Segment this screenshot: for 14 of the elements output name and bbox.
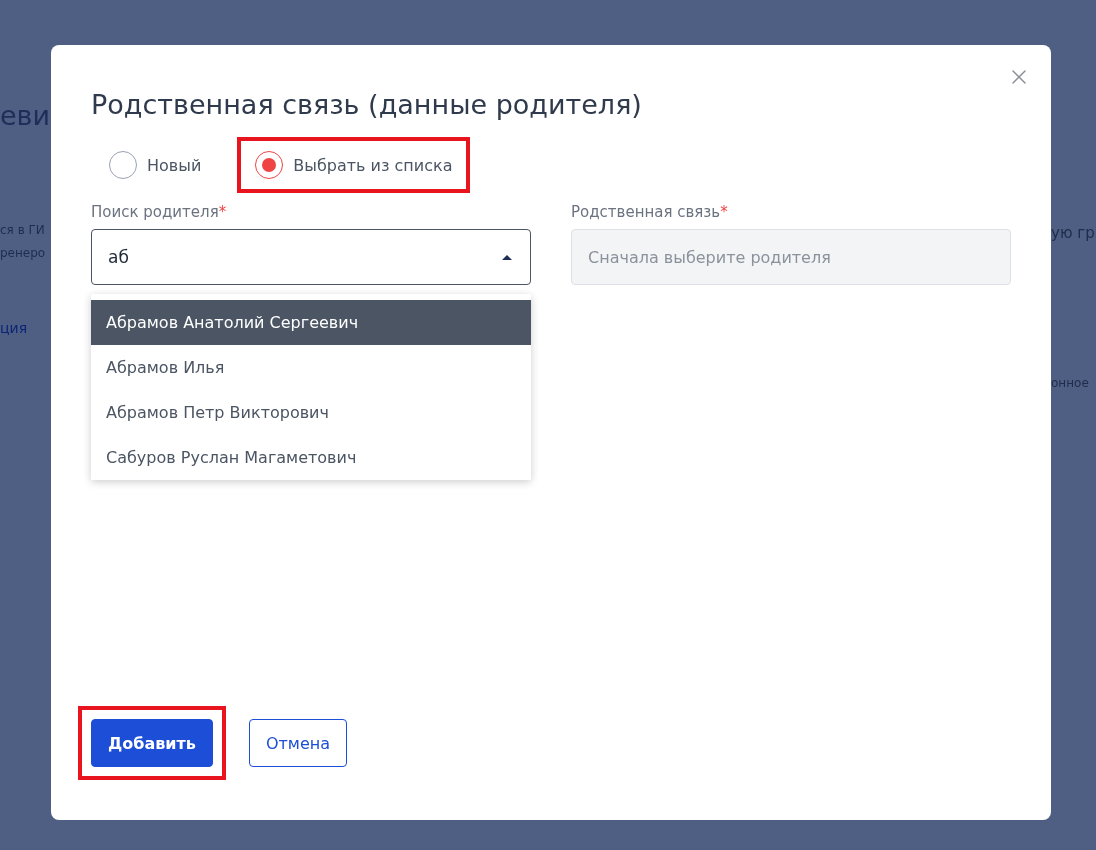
search-field[interactable]: аб (91, 229, 531, 285)
dialog-title: Родственная связь (данные родителя) (91, 88, 643, 122)
cancel-button[interactable]: Отмена (248, 719, 348, 767)
dropdown-option[interactable]: Абрамов Петр Викторович (91, 390, 531, 435)
field-label: Поиск родителя* (91, 203, 228, 221)
field-label: Родственная связь* (571, 203, 729, 221)
dropdown-option[interactable]: Абрамов Анатолий Сергеевич (91, 300, 531, 345)
radio-option[interactable]: Выбрать из списка (255, 151, 453, 179)
dropdown-option[interactable]: Абрамов Илья (91, 345, 531, 390)
radio-option[interactable]: Новый (109, 151, 202, 179)
radio-label: Новый (147, 155, 202, 175)
add-button[interactable]: Добавить (91, 719, 213, 767)
dropdown-option[interactable]: Сабуров Руслан Магаметович (91, 435, 531, 480)
radio-label: Выбрать из списка (293, 155, 453, 175)
